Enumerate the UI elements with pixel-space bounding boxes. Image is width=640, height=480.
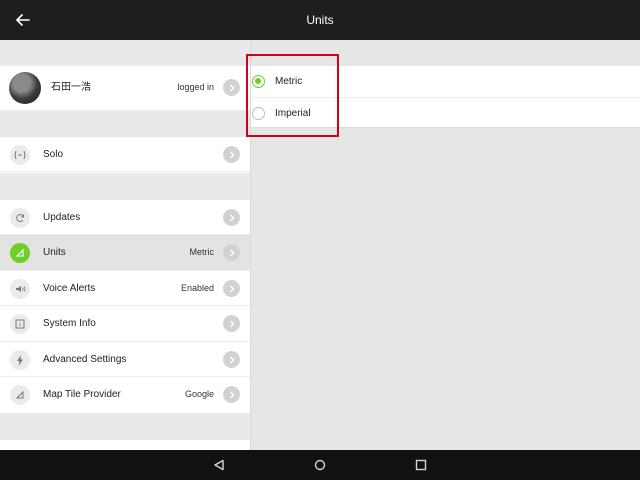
- square-recents-icon: [415, 459, 427, 471]
- bolt-icon: [10, 350, 30, 370]
- units-icon: [10, 243, 30, 263]
- chevron-right-icon: [223, 209, 240, 226]
- sidebar-item-value: Enabled: [180, 283, 214, 293]
- triangle-back-icon: [214, 459, 224, 471]
- units-option-imperial[interactable]: Imperial: [251, 97, 640, 128]
- nav-back-button[interactable]: [207, 456, 231, 474]
- map-icon: [10, 385, 30, 405]
- sidebar-item-label: Units: [43, 247, 66, 258]
- chevron-right-icon: [223, 351, 240, 368]
- chevron-right-icon: [223, 315, 240, 332]
- sidebar-item-advanced-settings[interactable]: Advanced Settings: [0, 342, 250, 377]
- chevron-right-icon[interactable]: [223, 79, 240, 96]
- circle-home-icon: [314, 459, 326, 471]
- sidebar-item-value: Metric: [189, 247, 215, 257]
- app-bar: Units: [0, 0, 640, 40]
- settings-card: Updates Units Metric Voice Alerts Enable…: [0, 200, 250, 413]
- sidebar-item-label: Map Tile Provider: [43, 389, 121, 400]
- solo-card: Solo: [0, 137, 250, 173]
- chevron-right-icon: [223, 280, 240, 297]
- sidebar-item-solo[interactable]: Solo: [0, 137, 250, 172]
- sidebar-item-label: Updates: [43, 212, 81, 223]
- sidebar-item-units[interactable]: Units Metric: [0, 235, 250, 271]
- refresh-icon: [10, 208, 30, 228]
- sidebar-item-label: System Info: [43, 318, 96, 329]
- login-status: logged in: [177, 82, 214, 92]
- nav-home-button[interactable]: [308, 456, 332, 474]
- nav-recents-button[interactable]: [409, 456, 433, 474]
- option-label: Imperial: [275, 108, 311, 119]
- speaker-icon: [10, 279, 30, 299]
- chevron-right-icon: [223, 386, 240, 403]
- system-nav-bar: [0, 450, 640, 480]
- radio-checked-icon[interactable]: [252, 75, 265, 88]
- page-title: Units: [306, 13, 334, 27]
- sidebar-item-value: Google: [184, 389, 214, 399]
- sidebar-item-map-tile-provider[interactable]: Map Tile Provider Google: [0, 377, 250, 413]
- sidebar-item-voice-alerts[interactable]: Voice Alerts Enabled: [0, 271, 250, 306]
- sidebar-item-updates[interactable]: Updates: [0, 200, 250, 235]
- units-panel: Metric Imperial: [251, 40, 640, 450]
- units-options: Metric Imperial: [251, 66, 640, 128]
- chevron-right-icon: [223, 146, 240, 163]
- info-icon: [10, 314, 30, 334]
- solo-icon: [10, 145, 30, 165]
- option-label: Metric: [275, 76, 303, 87]
- sidebar-item-label: Voice Alerts: [43, 283, 96, 294]
- account-card[interactable]: 石田一浩 logged in: [0, 66, 250, 110]
- user-name: 石田一浩: [51, 82, 91, 93]
- radio-unchecked-icon[interactable]: [252, 107, 265, 120]
- sidebar-item-label: Solo: [43, 149, 64, 160]
- sidebar-item-label: Advanced Settings: [43, 354, 127, 365]
- chevron-right-icon: [223, 244, 240, 261]
- settings-sidebar: 石田一浩 logged in Solo Updates Units Metric…: [0, 40, 251, 450]
- more-settings-card: [0, 440, 250, 450]
- avatar: [9, 72, 41, 104]
- units-option-metric[interactable]: Metric: [251, 66, 640, 97]
- sidebar-item-system-info[interactable]: System Info: [0, 306, 250, 342]
